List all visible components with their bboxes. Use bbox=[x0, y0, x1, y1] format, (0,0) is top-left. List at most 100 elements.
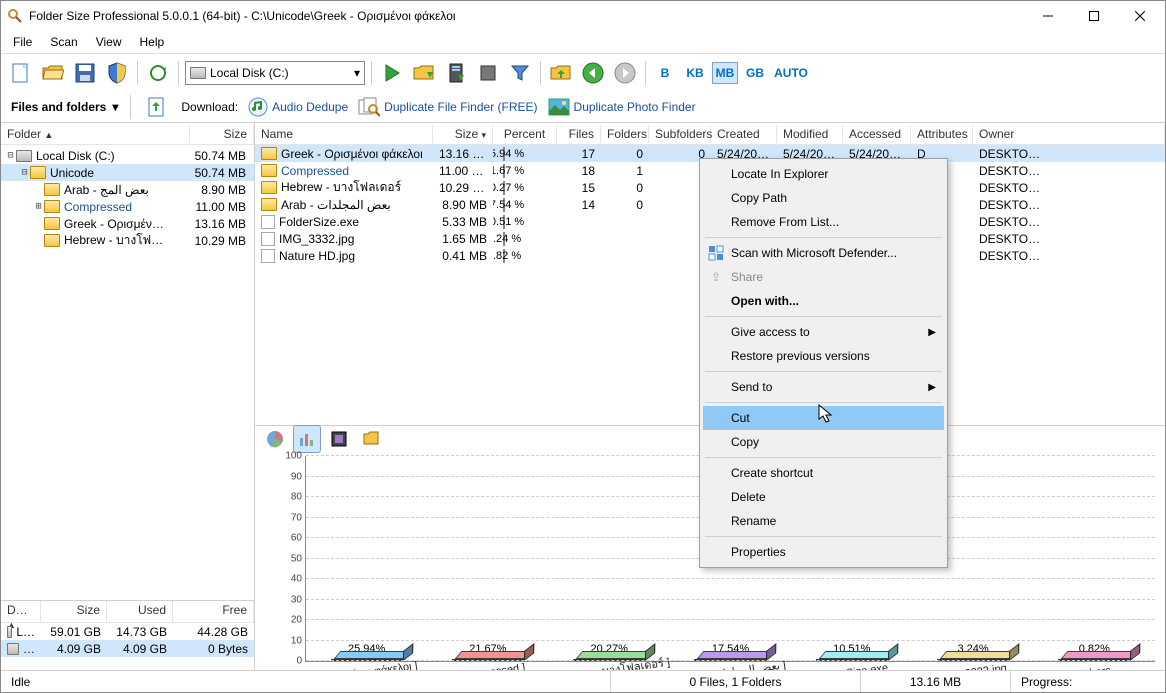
chevron-right-icon: ▶ bbox=[928, 382, 936, 393]
tree-row[interactable]: Arab - بعض المج8.90 MB bbox=[1, 181, 254, 198]
menu-help[interactable]: Help bbox=[132, 33, 173, 51]
chart-3d-icon[interactable] bbox=[325, 425, 353, 453]
gh-percent[interactable]: Percent bbox=[493, 125, 557, 143]
cm-remove[interactable]: Remove From List... bbox=[703, 210, 944, 234]
drive-icon bbox=[190, 67, 206, 79]
gh-subfolders[interactable]: Subfolders bbox=[649, 125, 711, 143]
minimize-button[interactable] bbox=[1025, 1, 1071, 31]
cm-restore[interactable]: Restore previous versions bbox=[703, 344, 944, 368]
status-size: 13.16 MB bbox=[861, 671, 1011, 692]
drive-selector[interactable]: Local Disk (C:) ▾ bbox=[185, 61, 365, 85]
disk-row[interactable]: …4.09 GB4.09 GB0 Bytes bbox=[1, 640, 254, 657]
duplicate-file-finder-link[interactable]: Duplicate File Finder (FREE) bbox=[358, 97, 537, 117]
chart-bar-icon[interactable] bbox=[293, 425, 321, 453]
disk-hdr-size[interactable]: Size bbox=[41, 601, 107, 622]
cm-copy[interactable]: Copy bbox=[703, 430, 944, 454]
cm-shortcut[interactable]: Create shortcut bbox=[703, 461, 944, 485]
gh-modified[interactable]: Modified bbox=[777, 125, 843, 143]
status-progress: Progress: bbox=[1011, 671, 1165, 692]
new-file-icon[interactable] bbox=[7, 59, 35, 87]
cm-give-access[interactable]: Give access to▶ bbox=[703, 320, 944, 344]
scan-server-icon[interactable] bbox=[442, 59, 470, 87]
cm-rename[interactable]: Rename bbox=[703, 509, 944, 533]
menubar: File Scan View Help bbox=[1, 31, 1165, 53]
disk-hdr-free[interactable]: Free bbox=[173, 601, 254, 622]
main-toolbar: Local Disk (C:) ▾ B KB MB GB AUTO bbox=[1, 53, 1165, 91]
tree-header: Folder ▲ Size bbox=[1, 123, 254, 145]
menu-view[interactable]: View bbox=[88, 33, 130, 51]
app-icon bbox=[7, 8, 23, 24]
tree-row[interactable]: Greek - Ορισμέν…13.16 MB bbox=[1, 215, 254, 232]
files-folders-dropdown[interactable]: Files and folders▾ bbox=[11, 100, 118, 114]
unit-mb[interactable]: MB bbox=[712, 62, 738, 84]
download-label: Download: bbox=[181, 100, 238, 114]
close-button[interactable] bbox=[1117, 1, 1163, 31]
cm-send-to[interactable]: Send to▶ bbox=[703, 375, 944, 399]
cm-properties[interactable]: Properties bbox=[703, 540, 944, 564]
unit-kb[interactable]: KB bbox=[682, 62, 708, 84]
refresh-icon[interactable] bbox=[144, 59, 172, 87]
tree-header-folder[interactable]: Folder ▲ bbox=[1, 125, 190, 143]
chevron-down-icon: ▾ bbox=[112, 100, 118, 114]
grid-header: Name Size ▾ Percent Files Folders Subfol… bbox=[255, 123, 1165, 145]
chevron-down-icon: ▾ bbox=[354, 66, 360, 80]
gh-owner[interactable]: Owner bbox=[973, 125, 1165, 143]
back-icon[interactable] bbox=[579, 59, 607, 87]
cursor-icon bbox=[818, 404, 834, 427]
cm-defender[interactable]: Scan with Microsoft Defender... bbox=[703, 241, 944, 265]
menu-file[interactable]: File bbox=[5, 33, 40, 51]
gh-accessed[interactable]: Accessed bbox=[843, 125, 911, 143]
tree-header-size[interactable]: Size bbox=[190, 125, 254, 143]
folder-tree[interactable]: ⊟Local Disk (C:)50.74 MB⊟Unicode50.74 MB… bbox=[1, 145, 254, 600]
maximize-button[interactable] bbox=[1071, 1, 1117, 31]
disk-row[interactable]: L…59.01 GB14.73 GB44.28 GB bbox=[1, 623, 254, 640]
cm-share[interactable]: ⇪Share bbox=[703, 265, 944, 289]
disk-hdr-used[interactable]: Used bbox=[107, 601, 173, 622]
cm-delete[interactable]: Delete bbox=[703, 485, 944, 509]
forward-icon[interactable] bbox=[611, 59, 639, 87]
cm-copy-path[interactable]: Copy Path bbox=[703, 186, 944, 210]
export-icon[interactable] bbox=[143, 93, 171, 121]
chart-options-icon[interactable] bbox=[357, 425, 385, 453]
share-icon: ⇪ bbox=[707, 268, 725, 286]
chevron-right-icon: ▶ bbox=[928, 327, 936, 338]
chart-pie-icon[interactable] bbox=[261, 425, 289, 453]
disk-hdr-drive[interactable]: D… ▲ bbox=[1, 601, 41, 622]
duplicate-photo-finder-link[interactable]: Duplicate Photo Finder bbox=[548, 98, 696, 116]
gh-created[interactable]: Created bbox=[711, 125, 777, 143]
tree-row[interactable]: ⊞Compressed11.00 MB bbox=[1, 198, 254, 215]
disk-header: D… ▲ Size Used Free bbox=[1, 601, 254, 623]
gh-attributes[interactable]: Attributes bbox=[911, 125, 973, 143]
gh-files[interactable]: Files bbox=[557, 125, 601, 143]
statusbar: Idle 0 Files, 1 Folders 13.16 MB Progres… bbox=[1, 670, 1165, 692]
gh-folders[interactable]: Folders bbox=[601, 125, 649, 143]
filter-icon[interactable] bbox=[506, 59, 534, 87]
drive-selector-text: Local Disk (C:) bbox=[210, 66, 354, 80]
save-icon[interactable] bbox=[71, 59, 99, 87]
status-counts: 0 Files, 1 Folders bbox=[611, 671, 861, 692]
unit-b[interactable]: B bbox=[652, 62, 678, 84]
unit-auto[interactable]: AUTO bbox=[772, 62, 810, 84]
play-icon[interactable] bbox=[378, 59, 406, 87]
cm-open-with[interactable]: Open with... bbox=[703, 289, 944, 313]
tree-row[interactable]: ⊟Unicode50.74 MB bbox=[1, 164, 254, 181]
secondary-toolbar: Files and folders▾ Download: Audio Dedup… bbox=[1, 91, 1165, 123]
gh-size[interactable]: Size ▾ bbox=[433, 125, 493, 143]
disk-list[interactable]: L…59.01 GB14.73 GB44.28 GB…4.09 GB4.09 G… bbox=[1, 623, 254, 657]
stop-icon[interactable] bbox=[474, 59, 502, 87]
tree-row[interactable]: ⊟Local Disk (C:)50.74 MB bbox=[1, 147, 254, 164]
shield-icon[interactable] bbox=[103, 59, 131, 87]
gh-name[interactable]: Name bbox=[255, 125, 433, 143]
cm-locate[interactable]: Locate In Explorer bbox=[703, 162, 944, 186]
titlebar: Folder Size Professional 5.0.0.1 (64-bit… bbox=[1, 1, 1165, 31]
status-idle: Idle bbox=[1, 671, 611, 692]
open-folder-icon[interactable] bbox=[39, 59, 67, 87]
audio-dedupe-link[interactable]: Audio Dedupe bbox=[248, 97, 348, 117]
tree-row[interactable]: Hebrew - บางโฟ…10.29 MB bbox=[1, 232, 254, 249]
scan-folder-icon[interactable] bbox=[410, 59, 438, 87]
menu-scan[interactable]: Scan bbox=[42, 33, 85, 51]
window-title: Folder Size Professional 5.0.0.1 (64-bit… bbox=[29, 9, 1025, 23]
context-menu: Locate In Explorer Copy Path Remove From… bbox=[699, 158, 948, 568]
up-folder-icon[interactable] bbox=[547, 59, 575, 87]
unit-gb[interactable]: GB bbox=[742, 62, 768, 84]
